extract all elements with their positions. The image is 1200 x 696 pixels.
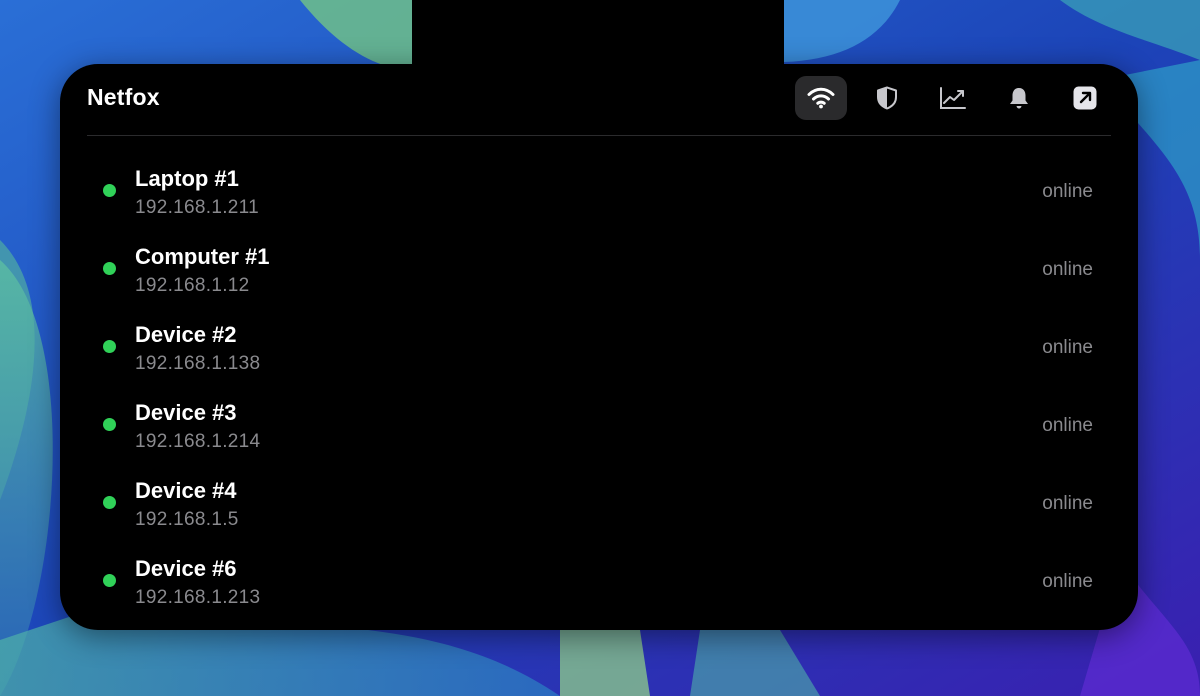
- shield-icon: [877, 86, 897, 110]
- device-status: online: [1042, 181, 1093, 202]
- device-list: Laptop #1 192.168.1.211 online Computer …: [60, 164, 1138, 632]
- device-row[interactable]: Device #6 192.168.1.213 online: [60, 554, 1138, 632]
- device-row[interactable]: Device #3 192.168.1.214 online: [60, 398, 1138, 476]
- toolbar: [781, 76, 1111, 120]
- device-row[interactable]: Computer #1 192.168.1.12 online: [60, 242, 1138, 320]
- online-status-dot: [103, 496, 116, 509]
- online-status-dot: [103, 340, 116, 353]
- device-name: Device #6: [135, 556, 237, 581]
- device-row[interactable]: Laptop #1 192.168.1.211 online: [60, 164, 1138, 242]
- device-name: Laptop #1: [135, 166, 239, 191]
- statistics-tab-button[interactable]: [927, 76, 979, 120]
- open-external-icon: [1073, 86, 1097, 110]
- device-ip: 192.168.1.211: [135, 197, 259, 218]
- device-status: online: [1042, 337, 1093, 358]
- device-ip: 192.168.1.214: [135, 431, 261, 452]
- online-status-dot: [103, 184, 116, 197]
- security-tab-button[interactable]: [861, 76, 913, 120]
- wifi-tab-button[interactable]: [795, 76, 847, 120]
- device-ip: 192.168.1.138: [135, 353, 261, 374]
- device-ip: 192.168.1.12: [135, 275, 250, 296]
- device-name: Device #4: [135, 478, 237, 503]
- panel-header: Netfox: [87, 64, 1111, 136]
- app-title: Netfox: [87, 84, 160, 110]
- device-name: Computer #1: [135, 244, 270, 269]
- online-status-dot: [103, 574, 116, 587]
- device-status: online: [1042, 571, 1093, 592]
- online-status-dot: [103, 418, 116, 431]
- device-status: online: [1042, 493, 1093, 514]
- device-row[interactable]: Device #2 192.168.1.138 online: [60, 320, 1138, 398]
- device-status: online: [1042, 259, 1093, 280]
- device-ip: 192.168.1.213: [135, 587, 261, 608]
- device-name: Device #2: [135, 322, 237, 347]
- device-name: Device #3: [135, 400, 237, 425]
- netfox-panel: Netfox Laptop #1 192.168.1.211 online Co…: [60, 64, 1138, 630]
- bell-icon: [1010, 88, 1028, 109]
- open-window-button[interactable]: [1059, 76, 1111, 120]
- wifi-icon: [807, 87, 835, 109]
- device-status: online: [1042, 415, 1093, 436]
- notifications-tab-button[interactable]: [993, 76, 1045, 120]
- chart-icon: [940, 87, 966, 109]
- device-ip: 192.168.1.5: [135, 509, 239, 530]
- device-row[interactable]: Device #4 192.168.1.5 online: [60, 476, 1138, 554]
- online-status-dot: [103, 262, 116, 275]
